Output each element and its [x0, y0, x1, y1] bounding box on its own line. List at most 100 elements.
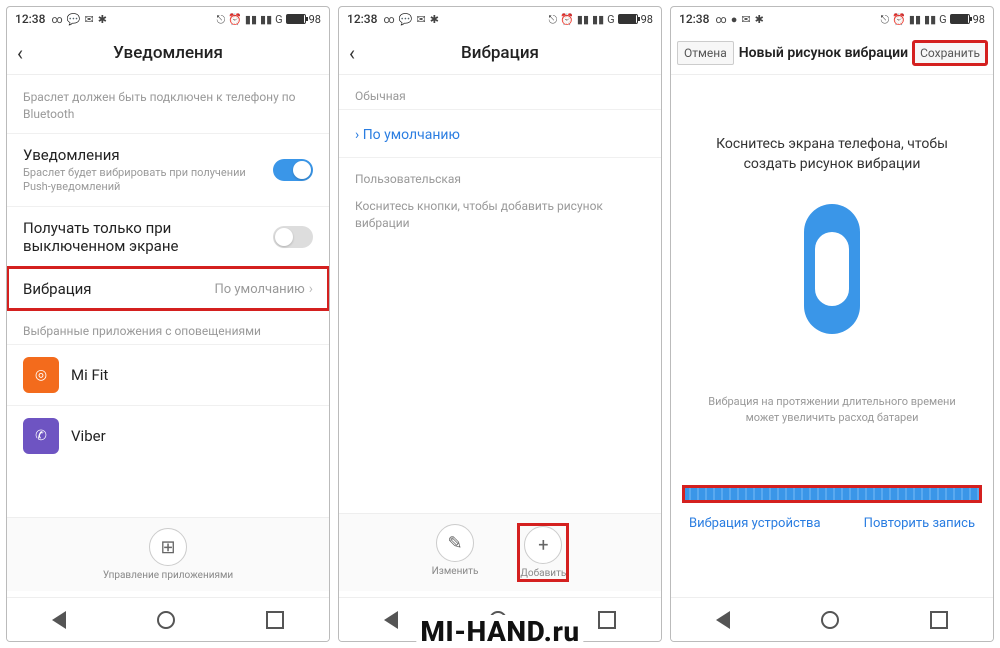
status-bar: 12:38 ∞ 💬 ✉ ✱ ⎋ ⏰ ▮▮ ▮▮ G 98	[339, 7, 661, 31]
app-row-viber[interactable]: ✆ Viber	[7, 405, 329, 466]
edit-label: Изменить	[432, 566, 479, 577]
dot-icon: ●	[731, 14, 738, 25]
default-vibration-row[interactable]: › По умолчанию	[339, 109, 661, 158]
watermark: MI-HAND.ru	[416, 615, 583, 648]
grid-icon: ⊞	[149, 528, 187, 566]
edit-button[interactable]: ✎ Изменить	[432, 524, 479, 581]
plus-icon: +	[524, 526, 562, 564]
section-normal: Обычная	[339, 75, 661, 109]
apps-header: Выбранные приложения с оповещениями	[7, 310, 329, 344]
status-bar: 12:38 ∞ ● ✉ ✱ ⎋ ⏰ ▮▮ ▮▮ G 98	[671, 7, 993, 31]
nfc-icon: ⎋	[881, 14, 890, 25]
tap-area[interactable]: Коснитесь экрана телефона, чтобы создать…	[671, 75, 993, 641]
nfc-icon: ⎋	[549, 14, 558, 25]
band-illustration	[804, 204, 860, 334]
message-icon: ✉	[741, 14, 750, 25]
custom-hint: Коснитесь кнопки, чтобы добавить рисунок…	[339, 192, 661, 242]
screen-off-row[interactable]: Получать только при выключенном экране	[7, 206, 329, 267]
gprs-icon: G	[275, 14, 283, 25]
recent-softkey[interactable]	[930, 611, 948, 629]
gprs-icon: G	[607, 14, 615, 25]
status-time: 12:38	[347, 12, 377, 26]
bluetooth-icon: ✱	[755, 14, 764, 25]
screen-off-toggle[interactable]	[273, 226, 313, 248]
chevron-right-icon: ›	[309, 281, 313, 297]
infinity-icon: ∞	[383, 14, 394, 25]
infinity-icon: ∞	[51, 14, 62, 25]
home-softkey[interactable]	[821, 611, 839, 629]
vibration-pattern-bar	[683, 486, 981, 502]
battery-percent: 98	[641, 13, 653, 26]
android-softkeys	[671, 597, 993, 641]
navbar: ‹ Вибрация	[339, 31, 661, 75]
tap-message: Коснитесь экрана телефона, чтобы создать…	[691, 135, 973, 174]
back-softkey[interactable]	[384, 611, 398, 629]
viber-icon: ✆	[23, 418, 59, 454]
edit-icon: ✎	[436, 524, 474, 562]
notifications-sub: Браслет будет вибрировать при получении …	[23, 166, 273, 195]
navbar: ‹ Уведомления	[7, 31, 329, 75]
recent-softkey[interactable]	[266, 611, 284, 629]
back-softkey[interactable]	[52, 611, 66, 629]
notifications-label: Уведомления	[23, 146, 273, 164]
vibration-label: Вибрация	[23, 280, 214, 298]
signal1-icon: ▮▮	[577, 14, 589, 25]
add-button[interactable]: + Добавить	[518, 524, 568, 581]
status-bar: 12:38 ∞ 💬 ✉ ✱ ⎋ ⏰ ▮▮ ▮▮ G 98	[7, 7, 329, 31]
battery-warning: Вибрация на протяжении длительного време…	[691, 394, 973, 425]
bluetooth-hint: Браслет должен быть подключен к телефону…	[7, 75, 329, 133]
page-title: Вибрация	[373, 43, 627, 63]
phone-screen-new-pattern: 12:38 ∞ ● ✉ ✱ ⎋ ⏰ ▮▮ ▮▮ G 98 Отмена Новы…	[670, 6, 994, 642]
cancel-button[interactable]: Отмена	[677, 41, 734, 65]
battery-icon	[618, 14, 638, 24]
battery-percent: 98	[309, 13, 321, 26]
bluetooth-icon: ✱	[98, 14, 107, 25]
android-softkeys	[7, 597, 329, 641]
save-button[interactable]: Сохранить	[913, 41, 987, 65]
notifications-row[interactable]: Уведомления Браслет будет вибрировать пр…	[7, 133, 329, 207]
app-viber-label: Viber	[71, 427, 106, 445]
page-title: Новый рисунок вибрации	[734, 45, 913, 61]
signal1-icon: ▮▮	[245, 14, 257, 25]
manage-apps-button[interactable]: ⊞ Управление приложениями	[103, 528, 233, 581]
alarm-icon: ⏰	[560, 14, 574, 25]
default-link[interactable]: › По умолчанию	[355, 127, 460, 143]
add-label: Добавить	[520, 568, 566, 579]
chat-icon: 💬	[67, 14, 81, 25]
page-title: Уведомления	[41, 43, 295, 63]
message-icon: ✉	[84, 14, 93, 25]
recent-softkey[interactable]	[598, 611, 616, 629]
phone-screen-vibration: 12:38 ∞ 💬 ✉ ✱ ⎋ ⏰ ▮▮ ▮▮ G 98 ‹ Вибрация	[338, 6, 662, 642]
navbar: Отмена Новый рисунок вибрации Сохранить	[671, 31, 993, 75]
mifit-icon: ◎	[23, 357, 59, 393]
message-icon: ✉	[416, 14, 425, 25]
app-mifit-label: Mi Fit	[71, 366, 108, 384]
device-vibration-link[interactable]: Вибрация устройства	[689, 516, 821, 531]
app-row-mifit[interactable]: ◎ Mi Fit	[7, 344, 329, 405]
signal2-icon: ▮▮	[924, 14, 936, 25]
home-softkey[interactable]	[157, 611, 175, 629]
manage-apps-label: Управление приложениями	[103, 570, 233, 581]
vibration-row[interactable]: Вибрация По умолчанию ›	[7, 267, 329, 310]
alarm-icon: ⏰	[892, 14, 906, 25]
alarm-icon: ⏰	[228, 14, 242, 25]
battery-icon	[286, 14, 306, 24]
infinity-icon: ∞	[715, 14, 726, 25]
signal1-icon: ▮▮	[909, 14, 921, 25]
chat-icon: 💬	[399, 14, 413, 25]
repeat-record-link[interactable]: Повторить запись	[864, 516, 975, 531]
bluetooth-icon: ✱	[430, 14, 439, 25]
battery-icon	[950, 14, 970, 24]
vibration-value: По умолчанию	[214, 282, 304, 297]
section-custom: Пользовательская	[339, 158, 661, 192]
signal2-icon: ▮▮	[260, 14, 272, 25]
notifications-toggle[interactable]	[273, 159, 313, 181]
nfc-icon: ⎋	[217, 14, 226, 25]
screen-off-label: Получать только при выключенном экране	[23, 219, 273, 255]
battery-percent: 98	[973, 13, 985, 26]
signal2-icon: ▮▮	[592, 14, 604, 25]
back-button[interactable]: ‹	[17, 41, 41, 65]
back-softkey[interactable]	[716, 611, 730, 629]
back-button[interactable]: ‹	[349, 41, 373, 65]
phone-screen-notifications: 12:38 ∞ 💬 ✉ ✱ ⎋ ⏰ ▮▮ ▮▮ G 98 ‹ Уведомлен…	[6, 6, 330, 642]
